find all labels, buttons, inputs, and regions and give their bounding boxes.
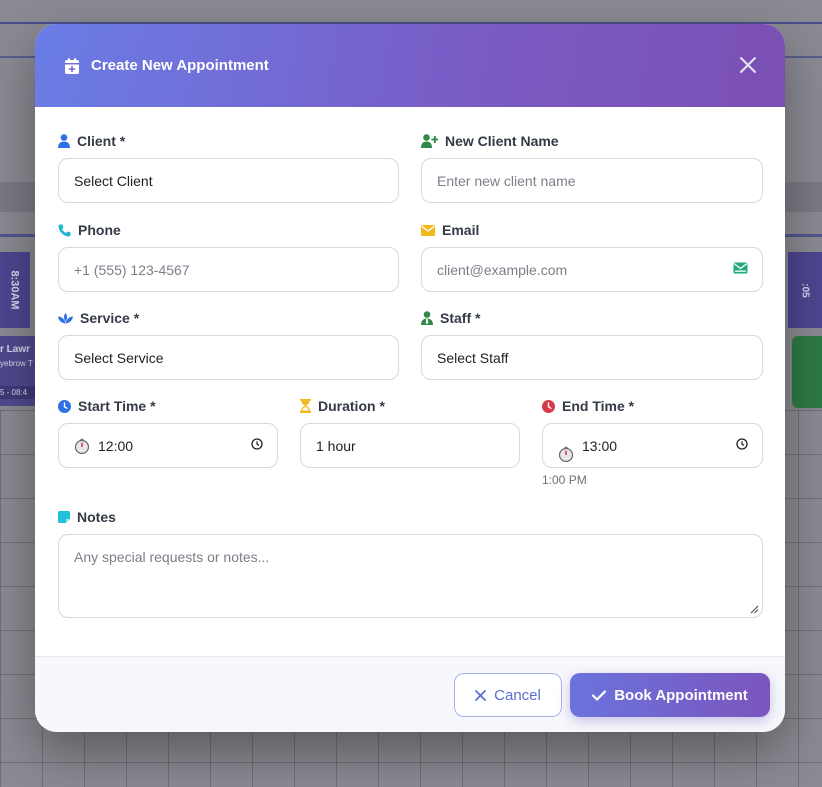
- stopwatch-icon: [74, 438, 90, 454]
- book-label: Book Appointment: [614, 686, 748, 704]
- appointment-modal: Create New Appointment Client * Select C…: [35, 24, 785, 732]
- modal-header: Create New Appointment: [35, 24, 785, 107]
- notes-label: Notes: [58, 509, 116, 525]
- new-client-label: New Client Name: [421, 133, 559, 149]
- client-label: Client *: [58, 133, 125, 149]
- time-slot-label: 8:30AM: [0, 252, 30, 328]
- end-time-label: End Time *: [542, 398, 634, 414]
- client-select[interactable]: Select Client: [58, 158, 399, 203]
- appointment-card: r Lawr yebrow T 5 - 08:4: [0, 336, 38, 406]
- appointment-card: [792, 336, 822, 408]
- duration-select[interactable]: 1 hour: [300, 423, 520, 468]
- email-autofill-icon[interactable]: [733, 262, 748, 275]
- user-plus-icon: [421, 134, 438, 148]
- time-slot-label: :05: [788, 252, 822, 328]
- resize-handle-icon[interactable]: [750, 605, 759, 614]
- clock-icon: [542, 399, 555, 413]
- phone-icon: [58, 224, 71, 237]
- time-picker-icon[interactable]: [251, 438, 263, 450]
- cancel-label: Cancel: [494, 686, 541, 704]
- email-label: Email: [421, 222, 479, 238]
- modal-title: Create New Appointment: [91, 57, 269, 74]
- user-tie-icon: [421, 311, 433, 325]
- stopwatch-icon: [558, 446, 574, 462]
- service-select[interactable]: Select Service: [58, 335, 399, 380]
- envelope-icon: [421, 224, 435, 236]
- calendar-plus-icon: [65, 57, 79, 74]
- service-label: Service *: [58, 310, 139, 326]
- start-time-label: Start Time *: [58, 398, 156, 414]
- modal-footer: Cancel Book Appointment: [35, 656, 785, 732]
- book-appointment-button[interactable]: Book Appointment: [570, 673, 770, 717]
- new-client-name-input[interactable]: Enter new client name: [421, 158, 763, 203]
- cancel-button[interactable]: Cancel: [454, 673, 562, 717]
- end-time-input[interactable]: 13:00: [542, 423, 763, 468]
- phone-label: Phone: [58, 222, 121, 238]
- phone-input[interactable]: +1 (555) 123-4567: [58, 247, 399, 292]
- appointment-service: yebrow T: [0, 359, 33, 368]
- sticky-note-icon: [58, 511, 70, 523]
- appointment-time: 5 - 08:4: [0, 386, 38, 399]
- hourglass-icon: [300, 399, 311, 413]
- duration-label: Duration *: [300, 398, 385, 414]
- check-icon: [592, 689, 607, 701]
- notes-textarea[interactable]: Any special requests or notes...: [58, 534, 763, 618]
- email-input[interactable]: client@example.com: [421, 247, 763, 292]
- close-icon: [475, 689, 487, 701]
- clock-icon: [58, 399, 71, 413]
- end-time-hint: 1:00 PM: [542, 473, 587, 487]
- time-picker-icon[interactable]: [736, 438, 748, 450]
- spa-icon: [58, 312, 73, 323]
- staff-select[interactable]: Select Staff: [421, 335, 763, 380]
- staff-label: Staff *: [421, 310, 480, 326]
- close-icon[interactable]: [737, 54, 759, 76]
- appointment-client: r Lawr: [0, 344, 31, 355]
- start-time-input[interactable]: 12:00: [58, 423, 278, 468]
- user-icon: [58, 134, 70, 148]
